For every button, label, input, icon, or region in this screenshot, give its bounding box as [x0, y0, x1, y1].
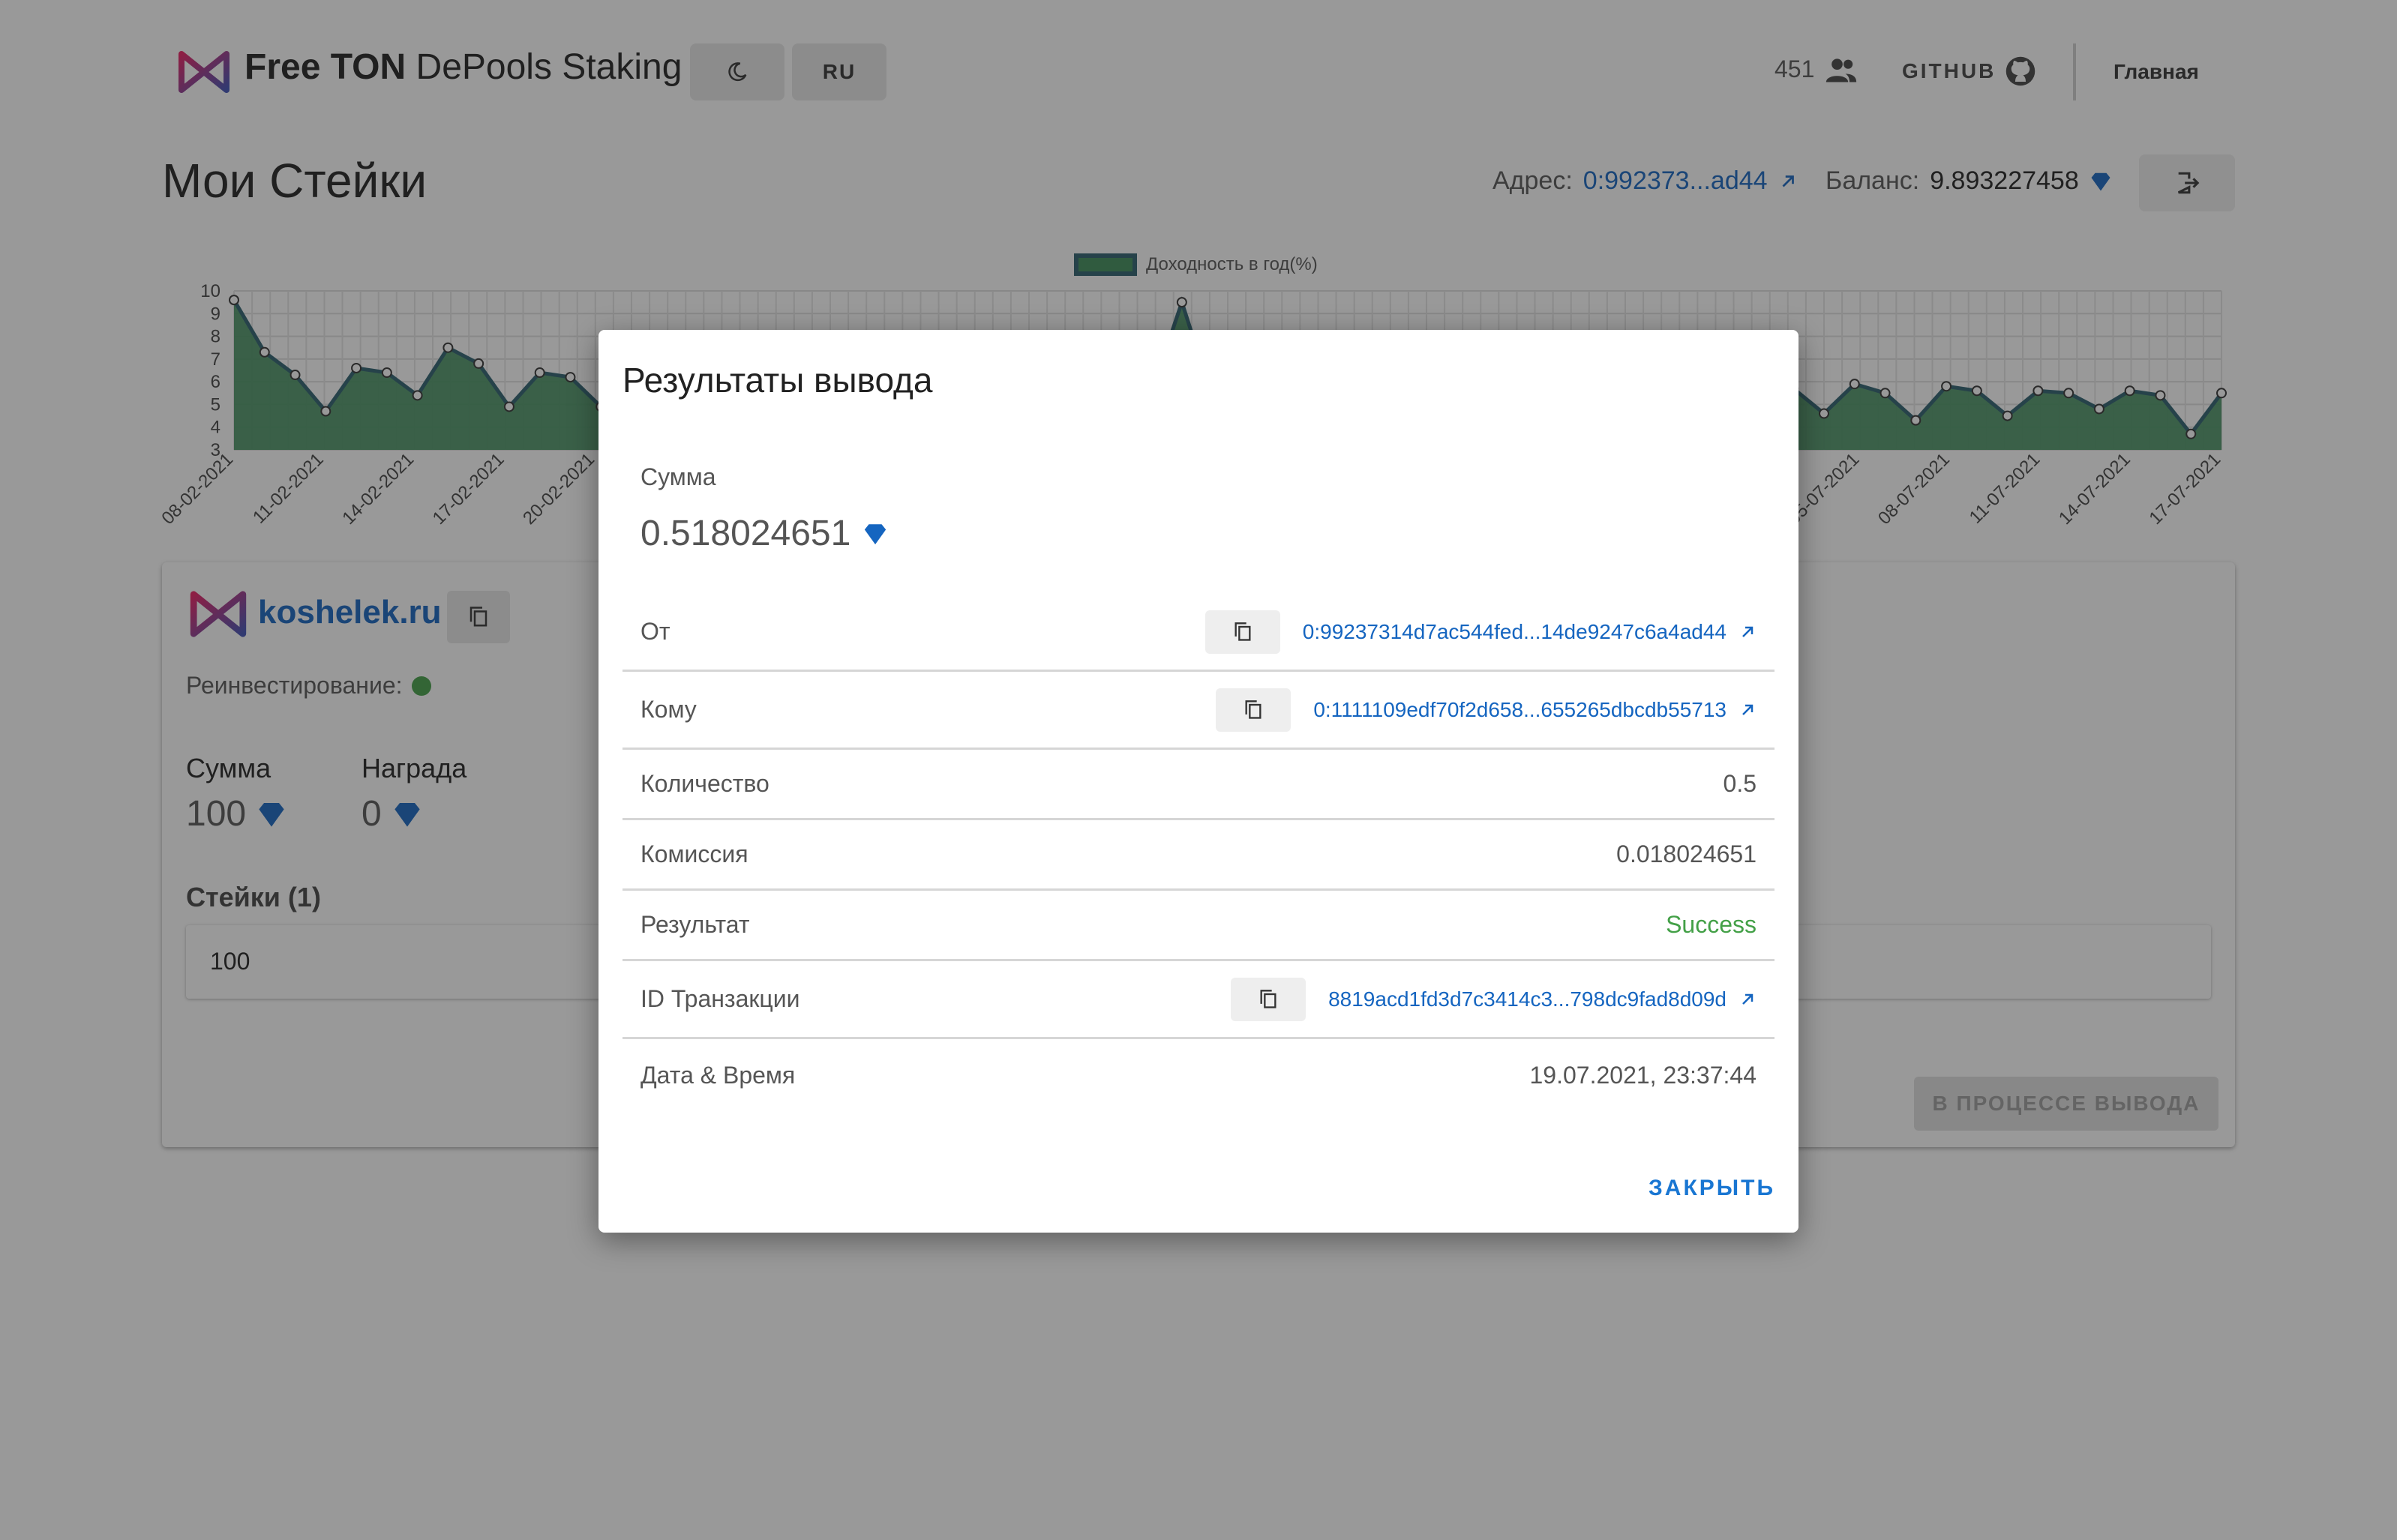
dialog-sum-value: 0.518024651	[640, 514, 851, 553]
dialog-sum-label: Сумма	[640, 463, 716, 490]
row-txid-label: ID Транзакции	[640, 985, 800, 1012]
row-result-value: Success	[1666, 911, 1756, 938]
dialog-sum-block: 0.518024651	[640, 513, 888, 554]
external-link-icon[interactable]	[1738, 623, 1756, 641]
row-to-value-block: 0:1111109edf70f2d658...655265dbcdb55713	[1216, 688, 1756, 732]
row-datetime: Дата & Время 19.07.2021, 23:37:44	[622, 1039, 1774, 1111]
copy-icon	[1260, 989, 1276, 1008]
row-datetime-label: Дата & Время	[640, 1061, 796, 1089]
copy-icon	[1245, 700, 1262, 719]
row-amount-value: 0.5	[1723, 770, 1756, 797]
row-fee: Комиссия 0.018024651	[622, 820, 1774, 891]
withdraw-results-dialog: Результаты вывода Сумма 0.518024651 От 0…	[598, 330, 1798, 1233]
from-address-link[interactable]: 0:99237314d7ac544fed...14de9247c6a4ad44	[1303, 620, 1726, 644]
row-to: Кому 0:1111109edf70f2d658...655265dbcdb5…	[622, 672, 1774, 750]
row-from-label: От	[640, 618, 670, 645]
copy-icon	[1234, 622, 1251, 641]
page: Free TON DePools Staking RU 451 GITHUB Г…	[0, 0, 2397, 1540]
txid-link[interactable]: 8819acd1fd3d7c3414c3...798dc9fad8d09d	[1328, 987, 1726, 1011]
row-to-label: Кому	[640, 696, 697, 723]
external-link-icon[interactable]	[1738, 701, 1756, 719]
diamond-icon	[865, 523, 886, 544]
row-fee-label: Комиссия	[640, 840, 748, 867]
row-result: Результат Success	[622, 891, 1774, 961]
copy-from-button[interactable]	[1204, 610, 1280, 654]
row-amount-label: Количество	[640, 770, 770, 797]
copy-to-button[interactable]	[1216, 688, 1292, 732]
row-transaction-id: ID Транзакции 8819acd1fd3d7c3414c3...798…	[622, 961, 1774, 1039]
external-link-icon[interactable]	[1738, 990, 1756, 1008]
row-txid-value-block: 8819acd1fd3d7c3414c3...798dc9fad8d09d	[1231, 977, 1756, 1021]
row-from-value-block: 0:99237314d7ac544fed...14de9247c6a4ad44	[1204, 610, 1756, 654]
row-result-label: Результат	[640, 911, 750, 938]
to-address-link[interactable]: 0:1111109edf70f2d658...655265dbcdb55713	[1313, 698, 1726, 722]
row-datetime-value: 19.07.2021, 23:37:44	[1529, 1061, 1757, 1089]
copy-txid-button[interactable]	[1231, 977, 1306, 1021]
dialog-title: Результаты вывода	[622, 361, 933, 400]
row-fee-value: 0.018024651	[1616, 840, 1756, 867]
dialog-details: От 0:99237314d7ac544fed...14de9247c6a4ad…	[622, 594, 1774, 1111]
close-button[interactable]: ЗАКРЫТЬ	[1648, 1176, 1775, 1201]
row-amount: Количество 0.5	[622, 750, 1774, 820]
row-from: От 0:99237314d7ac544fed...14de9247c6a4ad…	[622, 594, 1774, 672]
